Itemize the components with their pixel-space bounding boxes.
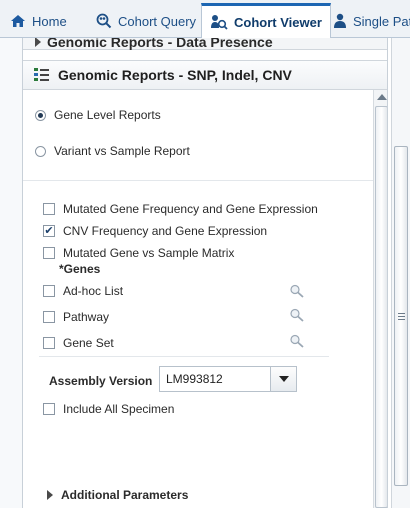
tab-cohort-viewer-label: Cohort Viewer <box>234 14 322 30</box>
section-title: Genomic Reports - SNP, Indel, CNV <box>58 67 292 83</box>
checkbox-label: Pathway <box>63 310 110 324</box>
radio-variant-vs-sample[interactable]: Variant vs Sample Report <box>35 144 190 158</box>
grip-line <box>398 313 405 314</box>
additional-parameters-toggle[interactable]: Additional Parameters <box>47 488 188 502</box>
clipped-section-title: Genomic Reports - Data Presence <box>47 38 273 50</box>
grip-line <box>398 316 405 317</box>
check-mutated-gene-frequency[interactable]: Mutated Gene Frequency and Gene Expressi… <box>43 202 318 216</box>
expand-icon <box>47 490 53 500</box>
scrollbar-thumb[interactable] <box>375 106 387 508</box>
checkbox[interactable] <box>43 403 55 415</box>
inner-scrollbar[interactable] <box>373 90 387 508</box>
radio-label: Gene Level Reports <box>54 108 161 122</box>
dropdown-arrow-icon[interactable] <box>270 367 296 391</box>
radio-button[interactable] <box>35 145 46 157</box>
assembly-version-select[interactable]: LM993812 <box>159 366 297 392</box>
check-include-all-specimen[interactable]: Include All Specimen <box>43 402 174 416</box>
search-icon[interactable] <box>289 334 305 348</box>
genes-label: *Genes <box>59 262 101 276</box>
radio-label: Variant vs Sample Report <box>54 144 190 158</box>
check-mutated-gene-vs-sample[interactable]: Mutated Gene vs Sample Matrix <box>43 246 234 260</box>
checkbox[interactable]: ✔ <box>43 225 55 237</box>
single-patient-icon <box>334 13 346 28</box>
additional-parameters-label: Additional Parameters <box>61 488 189 502</box>
radio-button[interactable] <box>35 109 46 121</box>
radio-gene-level-reports[interactable]: Gene Level Reports <box>35 108 161 122</box>
check-pathway[interactable]: Pathway <box>43 310 109 324</box>
checkbox-label: Ad-hoc List <box>63 284 124 298</box>
search-icon[interactable] <box>289 308 305 322</box>
search-icon[interactable] <box>289 284 305 298</box>
left-margin <box>0 38 22 508</box>
checkbox[interactable] <box>43 311 55 323</box>
check-cnv-frequency[interactable]: ✔ CNV Frequency and Gene Expression <box>43 224 267 238</box>
checkbox-label: Include All Specimen <box>63 402 175 416</box>
assembly-version-value: LM993812 <box>166 372 223 386</box>
checkmark-icon: ✔ <box>44 224 54 237</box>
checkbox[interactable] <box>43 337 55 349</box>
section-header[interactable]: Genomic Reports - SNP, Indel, CNV <box>23 60 387 90</box>
checkbox-label: Mutated Gene vs Sample Matrix <box>63 246 235 260</box>
checkbox-label: Gene Set <box>63 336 114 350</box>
tab-home-label: Home <box>32 13 67 29</box>
grip-line <box>398 319 405 320</box>
genomic-reports-panel: Genomic Reports - Data Presence Genomic … <box>22 38 388 508</box>
outer-scrollbar[interactable] <box>391 38 410 508</box>
tab-home[interactable]: Home <box>2 4 75 38</box>
check-adhoc-list[interactable]: Ad-hoc List <box>43 284 123 298</box>
divider <box>39 356 329 357</box>
checkbox[interactable] <box>43 285 55 297</box>
divider <box>23 180 373 181</box>
scroll-up-icon[interactable] <box>377 94 387 100</box>
checkbox[interactable] <box>43 203 55 215</box>
home-icon <box>11 15 25 27</box>
checkbox-label: CNV Frequency and Gene Expression <box>63 224 268 238</box>
tab-single-patient[interactable]: Single Pat <box>325 4 410 38</box>
checkbox[interactable] <box>43 247 55 259</box>
assembly-version-label: Assembly Version <box>49 374 153 388</box>
clipped-section-header[interactable]: Genomic Reports - Data Presence <box>23 38 387 50</box>
genomic-report-icon <box>34 68 49 81</box>
cohort-viewer-icon <box>211 15 228 30</box>
expand-icon <box>35 38 41 47</box>
scrollbar-thumb[interactable] <box>394 146 408 486</box>
tab-cohort-viewer[interactable]: Cohort Viewer <box>201 3 331 39</box>
tab-cohort-query[interactable]: Cohort Query <box>88 4 204 38</box>
tab-single-patient-label: Single Pat <box>353 13 410 29</box>
check-gene-set[interactable]: Gene Set <box>43 336 114 350</box>
checkbox-label: Mutated Gene Frequency and Gene Expressi… <box>63 202 318 216</box>
tab-cohort-query-label: Cohort Query <box>118 13 197 29</box>
cohort-query-icon <box>96 13 112 29</box>
tab-bar: Home Cohort Query Cohort Viewer Single P… <box>0 0 410 39</box>
